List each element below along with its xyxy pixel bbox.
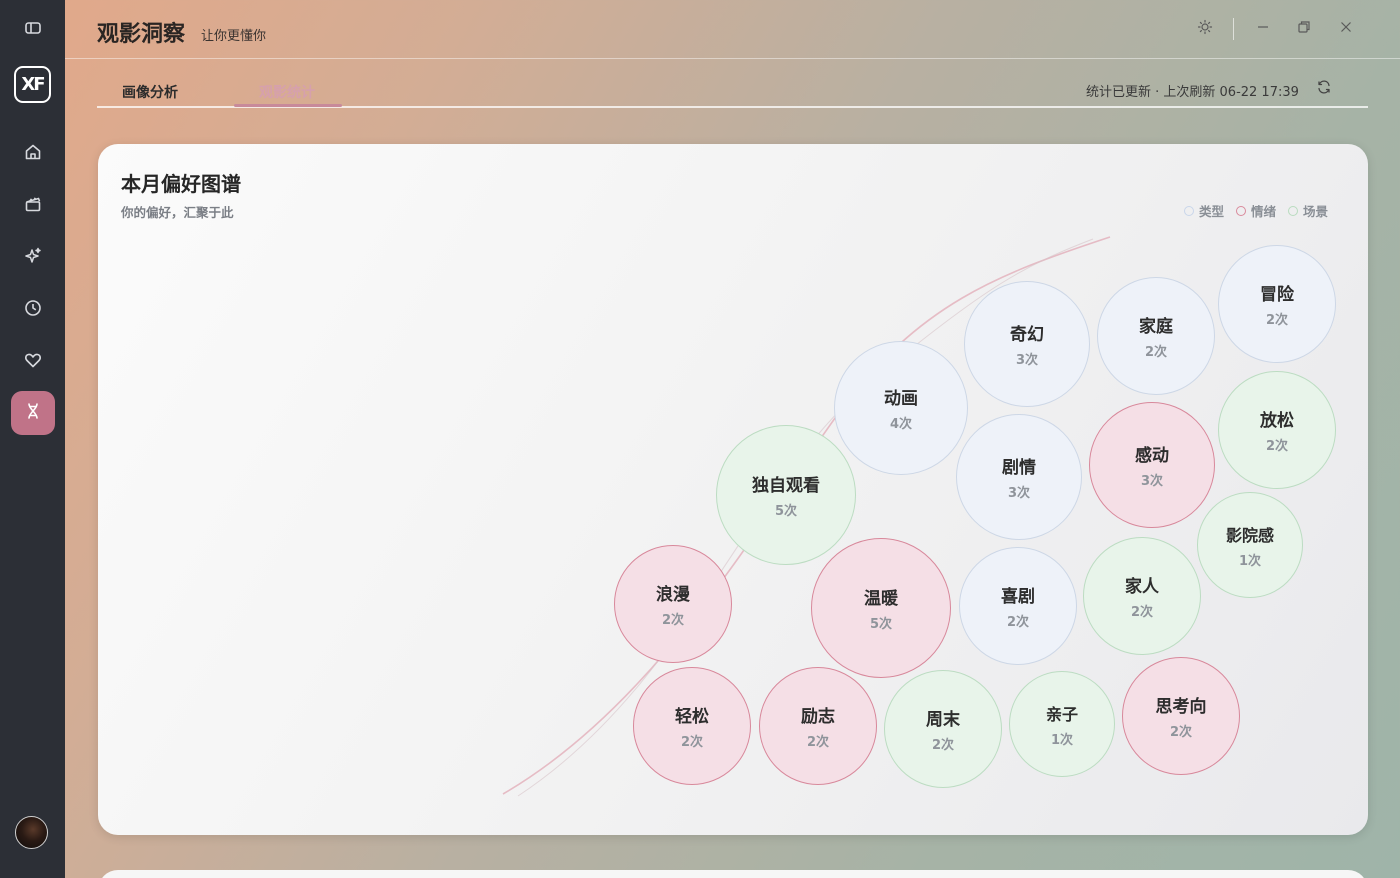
bubble-scene[interactable]: 亲子 1次 [1009, 671, 1115, 777]
bubble-count: 2次 [806, 735, 830, 750]
sidebar-item-recommend[interactable] [12, 237, 54, 279]
bubble-type[interactable]: 奇幻 3次 [964, 281, 1090, 407]
preference-map-card: 本月偏好图谱 你的偏好，汇聚于此 类型 情绪 场景 冒险 2次 家庭 2次 奇幻 3次 动画… [98, 144, 1368, 835]
theme-toggle-button[interactable] [1194, 18, 1216, 40]
bubble-scene[interactable]: 影院感 1次 [1197, 492, 1303, 598]
bubble-label: 思考向 [1155, 697, 1207, 717]
minimize-button[interactable] [1252, 18, 1274, 40]
close-icon [1338, 19, 1354, 39]
bubble-count: 1次 [1238, 553, 1262, 569]
bubble-type[interactable]: 冒险 2次 [1218, 245, 1336, 363]
bubble-count: 4次 [889, 417, 913, 432]
bubble-count: 2次 [1130, 605, 1154, 620]
sidebar-item-favorites[interactable] [12, 341, 54, 383]
bubble-count: 2次 [1265, 439, 1289, 454]
sidebar-toggle-button[interactable] [12, 9, 54, 51]
bubble-scene[interactable]: 周末 2次 [884, 670, 1002, 788]
heart-icon [23, 350, 43, 374]
bubble-scene[interactable]: 家人 2次 [1083, 537, 1201, 655]
close-button[interactable] [1335, 18, 1357, 40]
tab-portrait-analysis[interactable]: 画像分析 [122, 82, 178, 102]
bubble-label: 喜剧 [1001, 587, 1035, 607]
bubble-count: 3次 [1015, 353, 1039, 368]
bubble-count: 2次 [931, 738, 955, 753]
bubble-label: 浪漫 [656, 585, 690, 605]
bubble-label: 家庭 [1139, 317, 1173, 337]
sparkles-icon [23, 246, 43, 270]
bubble-emotion[interactable]: 浪漫 2次 [614, 545, 732, 663]
bubble-emotion[interactable]: 思考向 2次 [1122, 657, 1240, 775]
bubble-count: 2次 [661, 613, 685, 628]
bubble-label: 感动 [1135, 446, 1169, 466]
clock-icon [23, 298, 43, 322]
bubble-scene[interactable]: 放松 2次 [1218, 371, 1336, 489]
dna-icon [23, 401, 43, 425]
bubble-count: 5次 [774, 504, 798, 519]
sidebar-item-movies[interactable] [12, 185, 54, 227]
bubble-count: 2次 [1265, 313, 1289, 328]
bubble-label: 温暖 [864, 589, 898, 609]
bubble-label: 轻松 [675, 707, 709, 727]
bubble-scene[interactable]: 独自观看 5次 [716, 425, 856, 565]
restore-icon [1296, 19, 1312, 39]
bubble-label: 动画 [884, 389, 918, 409]
active-tab-indicator [234, 104, 342, 107]
header-divider [65, 58, 1400, 59]
tab-viewing-stats[interactable]: 观影统计 [259, 82, 315, 102]
bubble-count: 2次 [1169, 725, 1193, 740]
bubble-label: 奇幻 [1010, 325, 1044, 345]
clapperboard-icon [23, 194, 43, 218]
bubble-label: 放松 [1260, 411, 1294, 431]
sidebar: XF [0, 0, 65, 878]
refresh-button[interactable] [1314, 79, 1334, 99]
app-title: 观影洞察 [97, 22, 186, 47]
bubble-count: 5次 [869, 617, 893, 632]
sidebar-toggle-icon [23, 18, 43, 42]
sidebar-item-home[interactable] [12, 133, 54, 175]
bubble-type[interactable]: 剧情 3次 [956, 414, 1082, 540]
bubble-type[interactable]: 家庭 2次 [1097, 277, 1215, 395]
app-logo: XF [14, 66, 51, 103]
refresh-status-text: 统计已更新 · 上次刷新 06-22 17:39 [1086, 85, 1299, 100]
bubble-label: 剧情 [1002, 458, 1036, 478]
bubble-emotion[interactable]: 轻松 2次 [633, 667, 751, 785]
bubble-count: 3次 [1007, 486, 1031, 501]
bubble-label: 影院感 [1225, 525, 1274, 545]
bubble-type[interactable]: 动画 4次 [834, 341, 968, 475]
bubble-label: 冒险 [1260, 285, 1294, 305]
bubble-emotion[interactable]: 励志 2次 [759, 667, 877, 785]
bubble-count: 2次 [1006, 615, 1030, 630]
bubble-label: 家人 [1125, 577, 1159, 597]
bubble-label: 亲子 [1045, 704, 1078, 724]
bubble-count: 2次 [1144, 345, 1168, 360]
home-icon [23, 142, 43, 166]
window-controls-separator [1233, 18, 1234, 40]
secondary-card [98, 870, 1368, 878]
sidebar-item-insight[interactable] [10, 391, 55, 435]
bubble-type[interactable]: 喜剧 2次 [959, 547, 1077, 665]
bubble-emotion[interactable]: 温暖 5次 [811, 538, 951, 678]
minimize-icon [1255, 19, 1271, 39]
refresh-icon [1316, 79, 1332, 99]
app-subtitle: 让你更懂你 [201, 29, 267, 44]
bubble-count: 1次 [1050, 732, 1074, 748]
bubble-count: 2次 [680, 735, 704, 750]
sidebar-item-history[interactable] [12, 289, 54, 331]
bubble-label: 周末 [926, 710, 960, 730]
bubble-label: 独自观看 [752, 476, 820, 496]
bubble-cluster: 冒险 2次 家庭 2次 奇幻 3次 动画 4次 放松 2次 感动 3次 剧情 3次 独自观看 5次 影院感 1次家… [98, 144, 1368, 835]
bubble-count: 3次 [1140, 474, 1164, 489]
sun-icon [1197, 19, 1213, 39]
bubble-label: 励志 [801, 707, 835, 727]
user-avatar[interactable] [15, 816, 48, 849]
bubble-emotion[interactable]: 感动 3次 [1089, 402, 1215, 528]
restore-button[interactable] [1293, 18, 1315, 40]
